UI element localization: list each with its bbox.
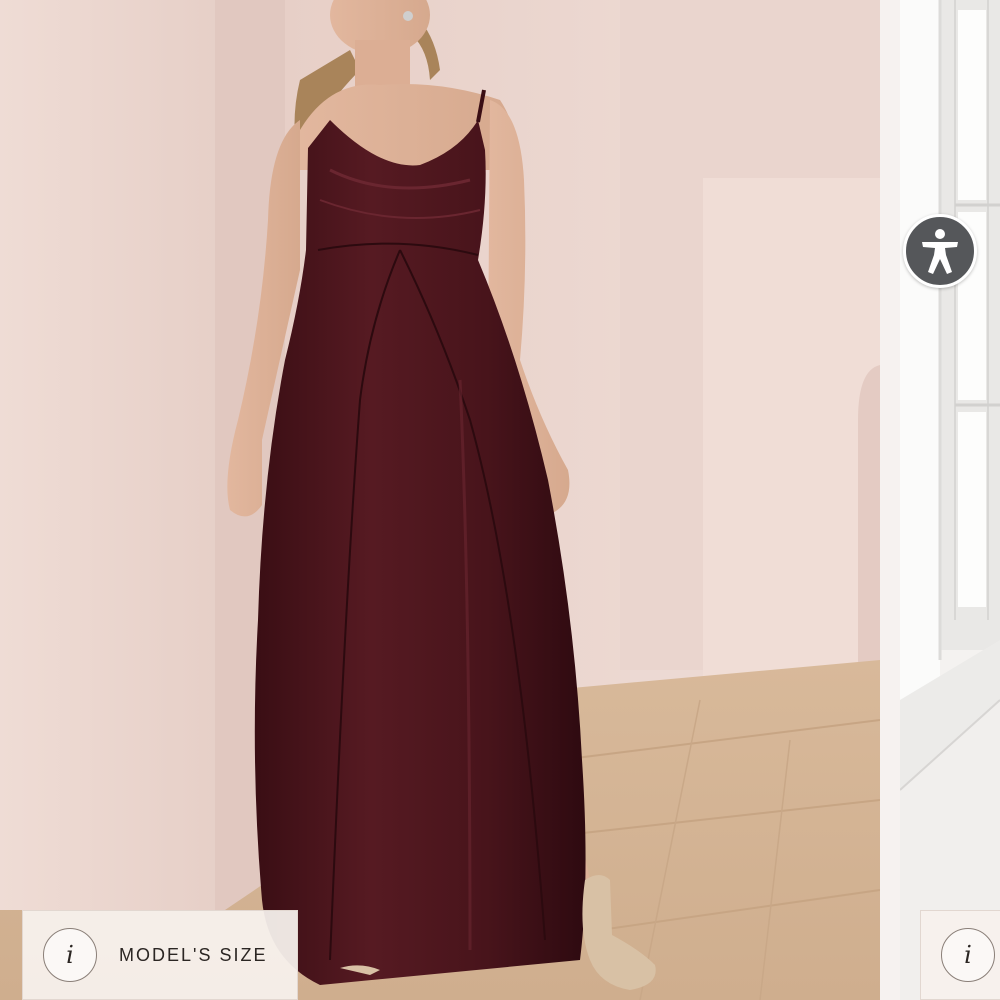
product-photo <box>0 0 880 1000</box>
next-models-size-button[interactable]: i <box>920 910 1000 1000</box>
accessibility-button[interactable] <box>903 214 977 288</box>
models-size-button[interactable]: i MODEL'S SIZE <box>22 910 298 1000</box>
accessibility-person-icon <box>922 229 958 274</box>
product-gallery: i MODEL'S SIZE i <box>0 0 1000 1000</box>
info-icon: i <box>43 928 97 982</box>
product-image-slide[interactable] <box>0 0 880 1000</box>
info-icon: i <box>941 928 995 982</box>
next-image-slide[interactable] <box>900 0 1000 1000</box>
slide-divider <box>880 0 900 1000</box>
next-slide-photo <box>900 0 1000 1000</box>
models-size-label: MODEL'S SIZE <box>119 944 268 965</box>
